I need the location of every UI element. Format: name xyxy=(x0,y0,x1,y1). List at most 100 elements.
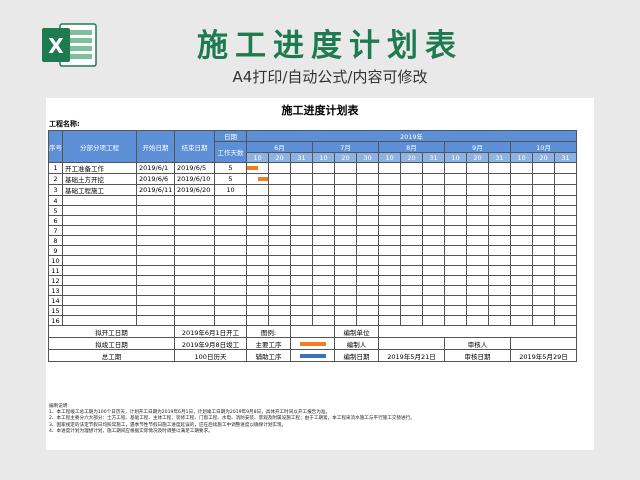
gantt-cell[interactable] xyxy=(268,162,291,174)
gantt-cell[interactable] xyxy=(554,315,577,326)
row-start[interactable] xyxy=(136,195,175,206)
gantt-cell[interactable] xyxy=(466,162,489,174)
gantt-cell[interactable] xyxy=(268,173,291,185)
gantt-cell[interactable] xyxy=(268,215,291,226)
gantt-cell[interactable] xyxy=(554,215,577,226)
row-duration[interactable] xyxy=(214,205,247,216)
gantt-cell[interactable] xyxy=(378,162,401,174)
gantt-cell[interactable] xyxy=(422,215,445,226)
gantt-cell[interactable] xyxy=(290,205,313,216)
gantt-cell[interactable] xyxy=(400,235,423,246)
row-duration[interactable] xyxy=(214,195,247,206)
row-start[interactable]: 2019/6/6 xyxy=(136,173,175,185)
row-duration[interactable] xyxy=(214,265,247,276)
row-duration[interactable] xyxy=(214,225,247,236)
gantt-cell[interactable] xyxy=(290,255,313,266)
row-start[interactable]: 2019/6/11 xyxy=(136,184,175,196)
row-duration[interactable] xyxy=(214,315,247,326)
gantt-cell[interactable] xyxy=(422,245,445,256)
gantt-cell[interactable] xyxy=(422,275,445,286)
gantt-cell[interactable] xyxy=(290,265,313,276)
gantt-cell[interactable] xyxy=(400,255,423,266)
gantt-cell[interactable] xyxy=(510,173,533,185)
gantt-cell[interactable] xyxy=(334,195,357,206)
gantt-cell[interactable] xyxy=(290,184,313,196)
gantt-cell[interactable] xyxy=(312,173,335,185)
gantt-cell[interactable] xyxy=(356,305,379,316)
gantt-cell[interactable] xyxy=(510,315,533,326)
row-duration[interactable] xyxy=(214,255,247,266)
gantt-cell[interactable] xyxy=(312,255,335,266)
row-item[interactable] xyxy=(62,255,137,266)
gantt-cell[interactable] xyxy=(400,162,423,174)
compile-date-value[interactable]: 2019年5月21日 xyxy=(378,349,445,362)
gantt-cell[interactable] xyxy=(356,215,379,226)
row-end[interactable]: 2019/6/10 xyxy=(174,173,215,185)
gantt-cell[interactable] xyxy=(422,173,445,185)
gantt-cell[interactable] xyxy=(466,225,489,236)
gantt-cell[interactable] xyxy=(422,255,445,266)
gantt-cell[interactable] xyxy=(378,295,401,306)
gantt-cell[interactable] xyxy=(334,285,357,296)
gantt-cell[interactable] xyxy=(378,245,401,256)
gantt-cell[interactable] xyxy=(356,265,379,276)
row-start[interactable] xyxy=(136,265,175,276)
gantt-cell[interactable] xyxy=(312,195,335,206)
gantt-cell[interactable] xyxy=(378,205,401,216)
gantt-cell[interactable] xyxy=(246,215,269,226)
row-duration[interactable]: 5 xyxy=(214,162,247,174)
row-item[interactable] xyxy=(62,205,137,216)
gantt-cell[interactable] xyxy=(356,245,379,256)
gantt-cell[interactable] xyxy=(312,184,335,196)
gantt-cell[interactable] xyxy=(268,275,291,286)
gantt-cell[interactable] xyxy=(444,275,467,286)
gantt-cell[interactable] xyxy=(466,184,489,196)
gantt-cell[interactable] xyxy=(268,245,291,256)
row-start[interactable] xyxy=(136,315,175,326)
gantt-cell[interactable] xyxy=(488,265,511,276)
gantt-cell[interactable] xyxy=(290,215,313,226)
gantt-cell[interactable] xyxy=(510,184,533,196)
gantt-cell[interactable] xyxy=(356,184,379,196)
gantt-cell[interactable] xyxy=(312,245,335,256)
row-item[interactable] xyxy=(62,265,137,276)
gantt-cell[interactable] xyxy=(312,235,335,246)
row-end[interactable] xyxy=(174,265,215,276)
gantt-cell[interactable] xyxy=(422,265,445,276)
row-item[interactable] xyxy=(62,315,137,326)
gantt-cell[interactable] xyxy=(510,225,533,236)
gantt-cell[interactable] xyxy=(334,162,357,174)
row-item[interactable] xyxy=(62,305,137,316)
gantt-cell[interactable] xyxy=(488,255,511,266)
gantt-cell[interactable] xyxy=(356,195,379,206)
gantt-cell[interactable] xyxy=(554,305,577,316)
row-item[interactable]: 基础工程施工 xyxy=(62,184,137,196)
gantt-cell[interactable] xyxy=(532,245,555,256)
row-end[interactable] xyxy=(174,205,215,216)
gantt-cell[interactable] xyxy=(268,315,291,326)
gantt-cell[interactable] xyxy=(312,285,335,296)
row-duration[interactable] xyxy=(214,215,247,226)
gantt-cell[interactable] xyxy=(246,205,269,216)
gantt-cell[interactable] xyxy=(444,265,467,276)
gantt-cell[interactable] xyxy=(400,184,423,196)
gantt-cell[interactable] xyxy=(488,235,511,246)
row-duration[interactable] xyxy=(214,275,247,286)
gantt-cell[interactable] xyxy=(488,184,511,196)
gantt-cell[interactable] xyxy=(488,295,511,306)
gantt-cell[interactable] xyxy=(246,235,269,246)
gantt-cell[interactable] xyxy=(268,265,291,276)
gantt-cell[interactable] xyxy=(554,184,577,196)
gantt-cell[interactable] xyxy=(444,295,467,306)
gantt-cell[interactable] xyxy=(268,305,291,316)
row-start[interactable] xyxy=(136,235,175,246)
gantt-cell[interactable] xyxy=(422,305,445,316)
row-end[interactable] xyxy=(174,195,215,206)
row-start[interactable]: 2019/6/1 xyxy=(136,162,175,174)
gantt-cell[interactable] xyxy=(312,205,335,216)
row-item[interactable] xyxy=(62,215,137,226)
gantt-cell[interactable] xyxy=(488,305,511,316)
gantt-cell[interactable] xyxy=(334,184,357,196)
gantt-cell[interactable] xyxy=(466,195,489,206)
gantt-cell[interactable] xyxy=(400,225,423,236)
